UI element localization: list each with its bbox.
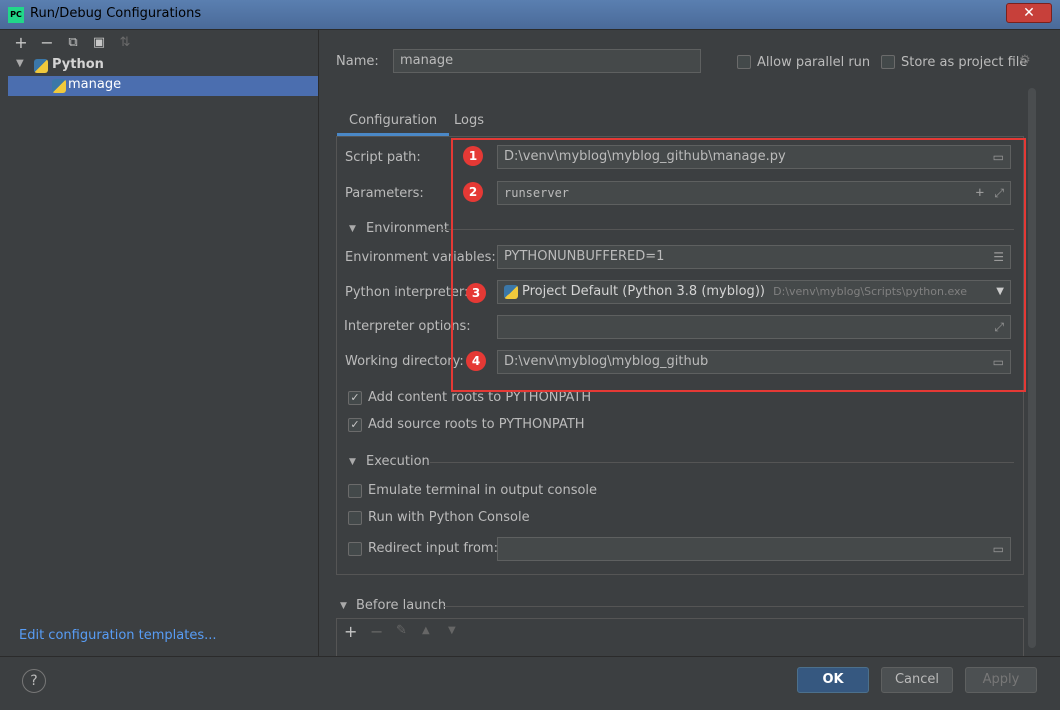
help-button[interactable]: ? [22, 669, 46, 693]
redirect-input-label: Redirect input from: [368, 541, 498, 556]
before-launch-panel [336, 618, 1024, 656]
move-up-button[interactable]: ▲ [422, 625, 430, 636]
folder-icon[interactable]: ▭ [993, 538, 1004, 560]
move-down-button[interactable]: ▼ [448, 625, 456, 636]
tab-configuration[interactable]: Configuration [337, 110, 450, 136]
add-content-roots-label: Add content roots to PYTHONPATH [368, 390, 592, 405]
dialog-button-bar: ? OK Cancel Apply [0, 656, 1060, 710]
title-bar: PC Run/Debug Configurations ✕ [0, 0, 1060, 30]
python-icon [34, 59, 48, 73]
remove-task-button[interactable]: − [370, 622, 383, 641]
section-divider [444, 606, 1024, 607]
add-content-roots-checkbox[interactable]: ✓ [348, 391, 362, 405]
add-source-roots-checkbox[interactable]: ✓ [348, 418, 362, 432]
before-launch-title[interactable]: Before launch [356, 598, 446, 613]
redirect-input-field[interactable]: ▭ [497, 537, 1011, 561]
apply-button[interactable]: Apply [965, 667, 1037, 693]
working-dir-label: Working directory: [345, 354, 464, 369]
expand-arrow-icon[interactable]: ▼ [16, 58, 24, 69]
annotation-badge-3: 3 [466, 283, 486, 303]
edit-task-button[interactable]: ✎ [396, 623, 407, 638]
annotation-badge-1: 1 [463, 146, 483, 166]
execution-section-title[interactable]: Execution [366, 454, 430, 469]
copy-configuration-button[interactable]: ⧉ [64, 34, 82, 52]
add-source-roots-label: Add source roots to PYTHONPATH [368, 417, 585, 432]
emulate-terminal-label: Emulate terminal in output console [368, 483, 598, 498]
tree-toolbar: + − ⧉ ▣ ⇅ [8, 30, 319, 56]
tree-group-label: Python [52, 57, 104, 72]
ok-button[interactable]: OK [797, 667, 869, 693]
configuration-tree-pane: + − ⧉ ▣ ⇅ ▼ Python manage Edit configura… [8, 30, 319, 656]
window-title: Run/Debug Configurations [30, 6, 202, 21]
add-task-button[interactable]: + [344, 622, 357, 641]
run-with-console-label: Run with Python Console [368, 510, 530, 525]
collapse-arrow-icon[interactable]: ▼ [340, 601, 347, 611]
script-path-label: Script path: [345, 150, 421, 165]
section-divider [430, 462, 1014, 463]
annotation-highlight-box [451, 138, 1026, 392]
gear-icon[interactable]: ⚙ [1019, 53, 1031, 68]
collapse-arrow-icon[interactable]: ▼ [349, 457, 356, 467]
python-icon [52, 79, 66, 93]
name-label: Name: [336, 54, 379, 69]
remove-configuration-button[interactable]: − [38, 34, 56, 52]
allow-parallel-label: Allow parallel run [757, 55, 871, 70]
annotation-badge-2: 2 [463, 182, 483, 202]
move-into-folder-button[interactable]: ▣ [90, 34, 108, 52]
redirect-input-checkbox[interactable] [348, 542, 362, 556]
vertical-scrollbar[interactable] [1028, 88, 1036, 648]
edit-templates-link[interactable]: Edit configuration templates... [19, 628, 217, 643]
close-window-button[interactable]: ✕ [1006, 3, 1052, 23]
add-configuration-button[interactable]: + [12, 34, 30, 52]
sort-configurations-button[interactable]: ⇅ [116, 34, 134, 52]
tree-item-label: manage [68, 77, 122, 92]
collapse-arrow-icon[interactable]: ▼ [349, 224, 356, 234]
cancel-button[interactable]: Cancel [881, 667, 953, 693]
allow-parallel-checkbox[interactable] [737, 55, 751, 69]
parameters-label: Parameters: [345, 186, 424, 201]
pycharm-app-icon: PC [8, 7, 24, 23]
tree-group-python[interactable]: ▼ Python [14, 56, 314, 76]
tab-logs[interactable]: Logs [442, 110, 496, 136]
emulate-terminal-checkbox[interactable] [348, 484, 362, 498]
store-as-project-checkbox[interactable] [881, 55, 895, 69]
environment-section-title[interactable]: Environment [366, 221, 449, 236]
tree-item-manage[interactable]: manage [8, 76, 318, 96]
annotation-badge-4: 4 [466, 351, 486, 371]
run-with-console-checkbox[interactable] [348, 511, 362, 525]
name-field[interactable]: manage [393, 49, 701, 73]
store-as-project-label: Store as project file [901, 55, 1028, 70]
interpreter-label: Python interpreter: [345, 285, 469, 300]
